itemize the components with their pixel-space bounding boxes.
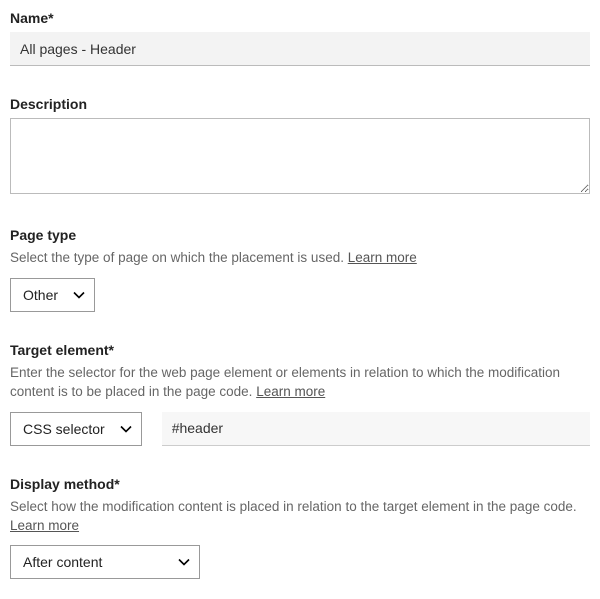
display-method-learn-more-link[interactable]: Learn more: [10, 518, 79, 533]
page-type-label: Page type: [10, 227, 590, 243]
target-element-label: Target element*: [10, 342, 590, 358]
description-field-group: Description: [10, 96, 590, 197]
chevron-down-icon: [177, 555, 191, 569]
chevron-down-icon: [72, 288, 86, 302]
selector-type-dropdown[interactable]: CSS selector: [10, 412, 142, 446]
display-method-help-text: Select how the modification content is p…: [10, 499, 577, 514]
chevron-down-icon: [119, 422, 133, 436]
display-method-label: Display method*: [10, 476, 590, 492]
target-element-row: CSS selector: [10, 412, 590, 446]
page-type-help: Select the type of page on which the pla…: [10, 249, 590, 268]
name-label: Name*: [10, 10, 590, 26]
display-method-help: Select how the modification content is p…: [10, 498, 590, 536]
page-type-dropdown[interactable]: Other: [10, 278, 95, 312]
display-method-dropdown[interactable]: After content: [10, 545, 200, 579]
name-field-group: Name*: [10, 10, 590, 66]
name-input[interactable]: [10, 32, 590, 66]
page-type-field-group: Page type Select the type of page on whi…: [10, 227, 590, 312]
target-element-field-group: Target element* Enter the selector for t…: [10, 342, 590, 446]
selector-type-selected: CSS selector: [23, 421, 105, 437]
display-method-selected: After content: [23, 554, 102, 570]
description-textarea[interactable]: [10, 118, 590, 194]
target-element-learn-more-link[interactable]: Learn more: [256, 384, 325, 399]
page-type-selected: Other: [23, 287, 58, 303]
target-element-help: Enter the selector for the web page elem…: [10, 364, 590, 402]
display-method-field-group: Display method* Select how the modificat…: [10, 476, 590, 580]
description-label: Description: [10, 96, 590, 112]
page-type-learn-more-link[interactable]: Learn more: [348, 250, 417, 265]
selector-value-input[interactable]: [162, 412, 590, 446]
page-type-help-text: Select the type of page on which the pla…: [10, 250, 348, 265]
